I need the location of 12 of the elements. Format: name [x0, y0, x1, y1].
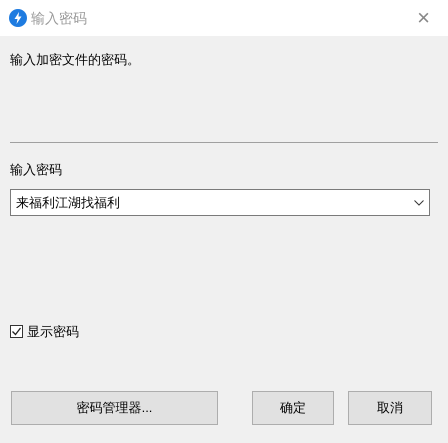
chevron-down-icon	[414, 200, 424, 206]
show-password-checkbox[interactable]	[10, 325, 23, 338]
close-button[interactable]: ×	[417, 7, 430, 29]
message-text: 输入加密文件的密码。	[10, 51, 141, 69]
password-label: 输入密码	[10, 160, 63, 178]
window-title: 输入密码	[31, 8, 87, 28]
lightning-icon	[9, 9, 27, 27]
show-password-label: 显示密码	[27, 323, 79, 341]
password-combo-box[interactable]: 来福利江湖找福利	[10, 189, 430, 216]
ok-button[interactable]: 确定	[252, 390, 334, 424]
cancel-button[interactable]: 取消	[348, 390, 432, 424]
password-manager-button[interactable]: 密码管理器...	[11, 390, 218, 424]
